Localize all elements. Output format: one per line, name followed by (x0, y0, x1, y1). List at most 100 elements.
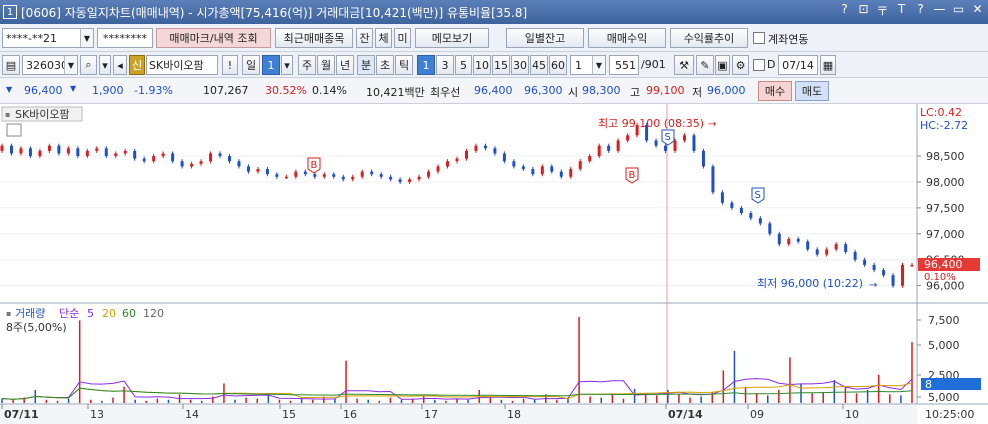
alert-button[interactable]: ! (222, 55, 238, 75)
candle-body (664, 145, 668, 151)
price-tick-label: 98,500 (926, 150, 965, 163)
low-label: 저 (692, 86, 703, 99)
account-link-checkbox[interactable] (753, 32, 765, 44)
period-day[interactable]: 일 (242, 55, 260, 75)
quote-change-pct: -1.93% (134, 84, 173, 97)
chevron-down-icon[interactable]: ▾ (281, 55, 293, 75)
layout-icon[interactable]: ▤ (2, 55, 20, 75)
buy-button[interactable]: 매수 (758, 81, 792, 101)
candle-body (569, 169, 573, 177)
period-year[interactable]: 년 (336, 55, 354, 75)
minute-10[interactable]: 10 (473, 55, 491, 75)
password-field[interactable]: ******** (97, 28, 153, 48)
candle-body (28, 148, 32, 157)
window-title: [0606] 자동일지차트(매매내역) - 시가총액[75,416(억)] 거래… (21, 5, 528, 20)
minute-3[interactable]: 3 (436, 55, 454, 75)
d-checkbox[interactable] (753, 59, 765, 71)
minute-30[interactable]: 30 (511, 55, 529, 75)
help-icon[interactable]: ? (838, 2, 851, 19)
arrow-right-icon: → (708, 119, 716, 130)
period-week[interactable]: 주 (298, 55, 316, 75)
candle-body (341, 176, 345, 180)
menu-icon[interactable]: ▾ (99, 55, 111, 75)
credit-badge: 신 (129, 55, 145, 75)
price-chart[interactable]: SK바이오팜 ▪ B B S S 최고 99,100 (08:35) → 최저 96,… (0, 104, 988, 424)
candle-body (683, 135, 686, 141)
gear-icon[interactable]: ⚙ (732, 55, 749, 75)
x-tick-label: 13 (90, 408, 104, 421)
return-trend-button[interactable]: 수익률추이 (670, 28, 748, 48)
pin-icon[interactable]: 〒 (876, 2, 889, 19)
capture-icon[interactable]: ⊡ (857, 2, 870, 19)
x-tick-label: 16 (343, 408, 357, 421)
candle-body (616, 140, 620, 151)
minute-15[interactable]: 15 (492, 55, 510, 75)
period-minute[interactable]: 분 (357, 55, 375, 75)
count-total: /901 (641, 58, 666, 71)
stock-code-select[interactable]: 326030 ▼ (22, 55, 78, 75)
candle-body (294, 171, 298, 177)
volume-sub-label: 8주(5,00%) (6, 321, 67, 334)
draw-icon[interactable]: ✎ (696, 55, 714, 75)
memo-button[interactable]: 메모보기 (415, 28, 489, 48)
candle-body (863, 259, 867, 265)
chevron-down-icon[interactable]: ▼ (592, 56, 605, 74)
candle-body (455, 158, 459, 162)
candle-body (550, 166, 554, 172)
candle-body (408, 179, 412, 182)
candle-body (749, 213, 753, 219)
candle-body (588, 156, 592, 162)
sell-button[interactable]: 매도 (795, 81, 829, 101)
chevron-down-icon[interactable]: ▼ (64, 56, 77, 74)
recent-trades-button[interactable]: 최근매매종목 (275, 28, 353, 48)
title-bar: 1 [0606] 자동일지차트(매매내역) - 시가총액[75,416(억)] … (0, 0, 988, 24)
high-annotation: 최고 99,100 (08:35) (598, 117, 704, 130)
candle-body (758, 218, 762, 224)
open-label: 시 (568, 86, 579, 99)
daily-balance-button[interactable]: 일별잔고 (506, 28, 584, 48)
minute-1[interactable]: 1 (417, 55, 435, 75)
custom-period-select[interactable]: 1 ▼ (570, 55, 606, 75)
window-controls: ? ⊡ 〒 T ? — ▭ ✕ (838, 2, 984, 19)
candle-body (739, 207, 743, 214)
account-select[interactable]: ****-**21 ▼ (2, 28, 94, 48)
sound-icon[interactable]: ◂ (113, 55, 127, 75)
chevron-down-icon[interactable]: ▼ (80, 29, 93, 47)
down-arrow-icon: ▼ (70, 84, 77, 93)
date-field[interactable]: 07/14 (778, 55, 818, 75)
candle-body (844, 244, 848, 252)
candle-body (9, 145, 13, 154)
ma-20: 20 (102, 307, 116, 320)
tab-mi[interactable]: 미 (394, 28, 411, 48)
tab-jan[interactable]: 잔 (356, 28, 373, 48)
help2-icon[interactable]: ? (914, 2, 927, 19)
search-icon[interactable]: ⌕ (80, 55, 97, 75)
candle-body (768, 223, 772, 234)
period-num[interactable]: 1 (262, 55, 280, 75)
minute-45[interactable]: 45 (530, 55, 548, 75)
buy-marker-label: B (311, 160, 318, 171)
period-month[interactable]: 월 (317, 55, 335, 75)
trade-profit-button[interactable]: 매매수익 (588, 28, 666, 48)
save-icon[interactable]: ▣ (715, 55, 730, 75)
candle-body (47, 145, 51, 151)
close-icon[interactable]: ✕ (971, 2, 984, 19)
text-icon[interactable]: T (895, 2, 908, 19)
tab-che[interactable]: 체 (375, 28, 392, 48)
toolbar-chart: ▤ 326030 ▼ ⌕ ▾ ◂ 신 SK바이오팜 ! 일 1 ▾ 주 월 년 … (0, 52, 988, 78)
quote-change: 1,900 (92, 84, 124, 97)
grid-toggle-icon[interactable] (6, 123, 22, 137)
candle-body (19, 148, 23, 154)
tools-icon[interactable]: ⚒ (674, 55, 694, 75)
x-tick-label: 17 (424, 408, 438, 421)
minute-60[interactable]: 60 (549, 55, 567, 75)
period-second[interactable]: 초 (376, 55, 394, 75)
minute-5[interactable]: 5 (455, 55, 472, 75)
candle-body (901, 264, 905, 286)
calendar-icon[interactable]: ▦ (820, 55, 836, 75)
maximize-icon[interactable]: ▭ (952, 2, 965, 19)
minimize-icon[interactable]: — (933, 2, 946, 19)
period-tick[interactable]: 틱 (395, 55, 413, 75)
trade-mark-button[interactable]: 매매마크/내역 조회 (156, 28, 271, 48)
count-field[interactable]: 551 (609, 55, 639, 75)
